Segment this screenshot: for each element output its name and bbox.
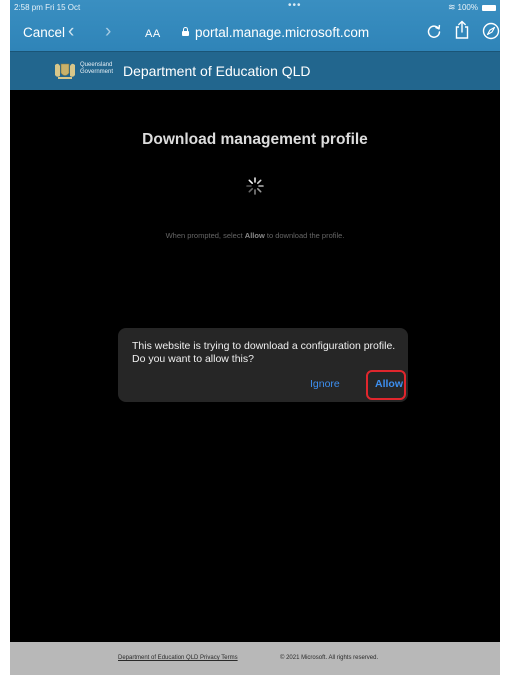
reload-icon[interactable] xyxy=(425,22,443,40)
dialog-message: This website is trying to download a con… xyxy=(132,340,396,365)
page-title: Download management profile xyxy=(142,131,368,148)
ignore-button[interactable]: Ignore xyxy=(310,378,340,390)
site-header: Queensland Government Department of Educ… xyxy=(10,51,500,90)
back-button[interactable]: ‹ xyxy=(68,21,74,43)
compass-icon[interactable] xyxy=(482,22,500,40)
lock-icon xyxy=(182,27,189,36)
multitasking-dots[interactable]: ••• xyxy=(288,0,302,11)
safari-toolbar: 2:58 pm Fri 15 Oct ••• ≋ 100% Cancel ‹ ›… xyxy=(10,0,500,51)
queensland-government-wordmark: Queensland Government xyxy=(80,62,114,75)
allow-button[interactable]: Allow xyxy=(366,370,406,400)
share-icon[interactable] xyxy=(453,20,471,40)
status-time: 2:58 pm Fri 15 Oct xyxy=(14,3,81,12)
cancel-button[interactable]: Cancel xyxy=(23,25,65,40)
department-title: Department of Education QLD xyxy=(123,63,311,79)
text-size-button[interactable]: AA xyxy=(145,28,161,40)
device-screen: 2:58 pm Fri 15 Oct ••• ≋ 100% Cancel ‹ ›… xyxy=(10,0,500,675)
allow-button-label: Allow xyxy=(375,378,403,390)
queensland-crest-icon xyxy=(55,63,75,79)
battery-icon xyxy=(482,4,496,11)
instruction-text: When prompted, select Allow to download … xyxy=(165,231,345,240)
battery-percent: 100% xyxy=(457,3,478,12)
footer-copyright: © 2021 Microsoft. All rights reserved. xyxy=(280,655,379,661)
forward-button[interactable]: › xyxy=(105,21,111,43)
loading-spinner-icon xyxy=(246,177,264,195)
status-right: ≋ 100% xyxy=(448,2,496,13)
wifi-icon: ≋ xyxy=(447,2,456,12)
page-footer: Department of Education QLD Privacy Term… xyxy=(10,642,500,675)
download-profile-dialog: This website is trying to download a con… xyxy=(118,328,408,402)
address-bar-url[interactable]: portal.manage.microsoft.com xyxy=(195,25,369,40)
footer-privacy-terms-link[interactable]: Department of Education QLD Privacy Term… xyxy=(118,655,238,661)
